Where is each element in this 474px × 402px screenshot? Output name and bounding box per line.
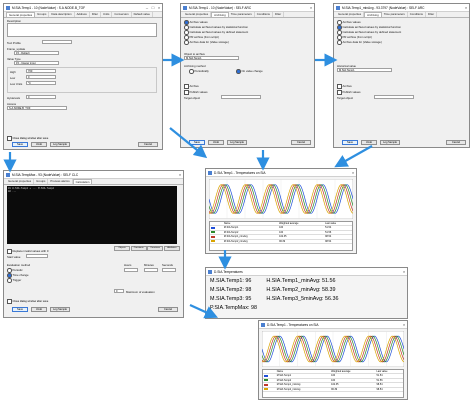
- arrow-icon: [334, 145, 373, 168]
- arrow-icon: [169, 127, 208, 159]
- arrow-icon: [189, 303, 219, 319]
- flow-arrows: [3, 53, 373, 319]
